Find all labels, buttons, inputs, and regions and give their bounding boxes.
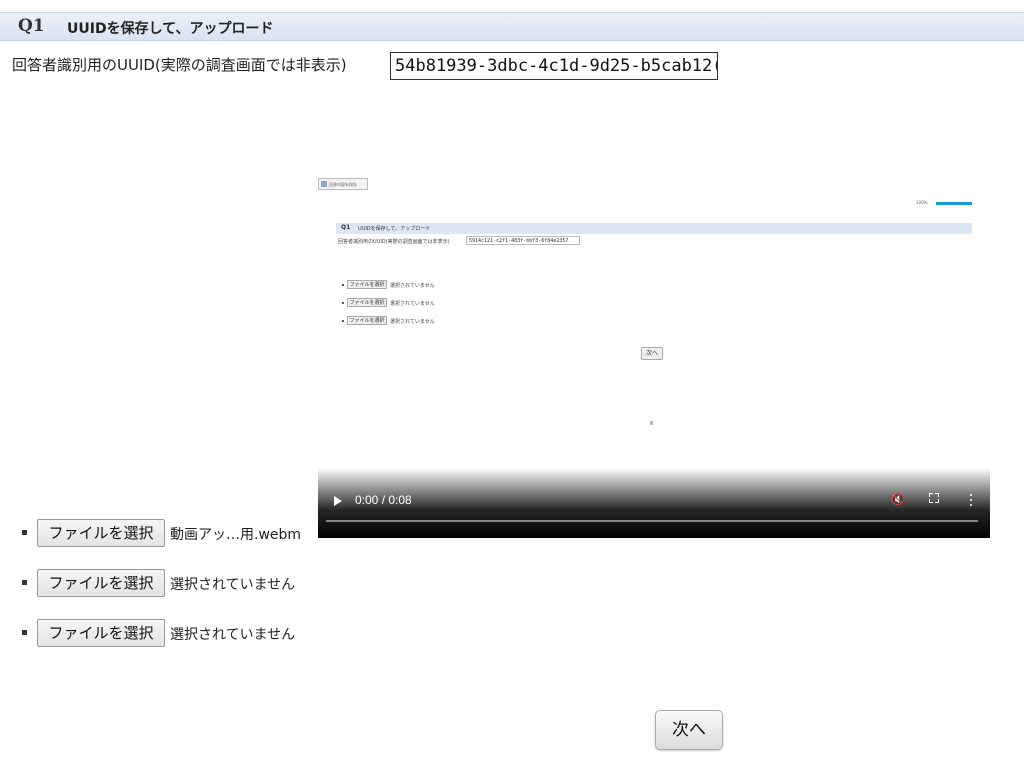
preview-file-button: ファイルを選択 bbox=[347, 280, 387, 289]
preview-bullet bbox=[342, 320, 344, 322]
file-status: 選択されていません bbox=[170, 627, 296, 643]
preview-uuid-input: 5914c121-c2f1-483f-bbf3-6f84e2357 bbox=[466, 236, 580, 245]
video-time: 0:00 / 0:08 bbox=[355, 493, 412, 507]
next-button[interactable]: 次へ bbox=[655, 710, 723, 750]
play-icon[interactable] bbox=[334, 496, 342, 506]
choose-file-button[interactable]: ファイルを選択 bbox=[37, 519, 165, 547]
preview-question-number: Q1 bbox=[341, 224, 351, 231]
video-controls: 0:00 / 0:08 🔇 bbox=[318, 468, 990, 538]
question-title: UUIDを保存して、アップロード bbox=[67, 21, 274, 37]
video-player[interactable]: 回答内容を保存 100% Q1 UUIDを保存して、アップロード 回答者識別用の… bbox=[318, 170, 990, 538]
preview-uuid-label: 回答者識別用のUUID(実際の調査画面では非表示) bbox=[338, 239, 450, 245]
video-scrubber[interactable] bbox=[326, 520, 978, 522]
preview-file-status: 選択されていません bbox=[390, 283, 435, 289]
preview-cursor-icon bbox=[650, 421, 653, 425]
preview-progress-percent: 100% bbox=[916, 200, 928, 205]
preview-next-button: 次へ bbox=[641, 347, 663, 360]
preview-file-status: 選択されていません bbox=[390, 301, 435, 307]
choose-file-button[interactable]: ファイルを選択 bbox=[37, 569, 165, 597]
volume-muted-icon[interactable]: 🔇 bbox=[891, 493, 905, 507]
uuid-input[interactable]: 54b81939-3dbc-4c1d-9d25-b5cab12( bbox=[390, 52, 718, 80]
file-status: 選択されていません bbox=[170, 577, 296, 593]
preview-bullet bbox=[342, 302, 344, 304]
choose-file-button[interactable]: ファイルを選択 bbox=[37, 619, 165, 647]
preview-question-title: UUIDを保存して、アップロード bbox=[358, 226, 431, 232]
fullscreen-icon[interactable] bbox=[929, 493, 939, 503]
preview-file-button: ファイルを選択 bbox=[347, 316, 387, 325]
list-bullet bbox=[22, 530, 27, 535]
preview-progress-bar bbox=[936, 202, 972, 205]
uuid-label: 回答者識別用のUUID(実際の調査画面では非表示) bbox=[12, 56, 347, 74]
preview-bullet bbox=[342, 284, 344, 286]
more-vertical-icon[interactable] bbox=[969, 493, 973, 507]
question-number: Q1 bbox=[18, 16, 45, 36]
preview-save-label: 回答内容を保存 bbox=[329, 182, 357, 187]
preview-save-button: 回答内容を保存 bbox=[318, 178, 368, 190]
preview-file-status: 選択されていません bbox=[390, 319, 435, 325]
list-bullet bbox=[22, 580, 27, 585]
preview-file-button: ファイルを選択 bbox=[347, 298, 387, 307]
preview-question-header: Q1 UUIDを保存して、アップロード bbox=[336, 223, 972, 234]
file-status: 動画アッ…用.webm bbox=[170, 527, 302, 543]
list-bullet bbox=[22, 630, 27, 635]
preview-save-icon bbox=[321, 181, 327, 187]
question-header: Q1 UUIDを保存して、アップロード bbox=[0, 12, 1024, 41]
